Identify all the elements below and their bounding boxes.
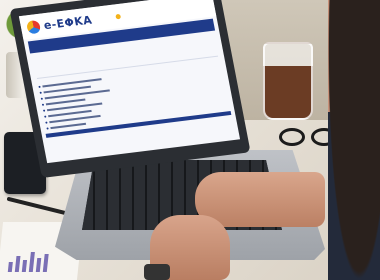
wristwatch: [144, 264, 170, 280]
laptop-lid: e-ΕΦΚΑ: [9, 0, 251, 179]
site-logo-text: e-ΕΦΚΑ: [42, 12, 94, 32]
efka-logo-icon: [25, 19, 42, 34]
laptop-screen: e-ΕΦΚΑ: [18, 0, 241, 164]
header-dot-icon: [115, 13, 121, 19]
coffee-glass: [263, 42, 313, 120]
photo-scene: e-ΕΦΚΑ: [0, 0, 380, 280]
paper-bar-chart: [7, 252, 49, 272]
person: [328, 0, 380, 280]
